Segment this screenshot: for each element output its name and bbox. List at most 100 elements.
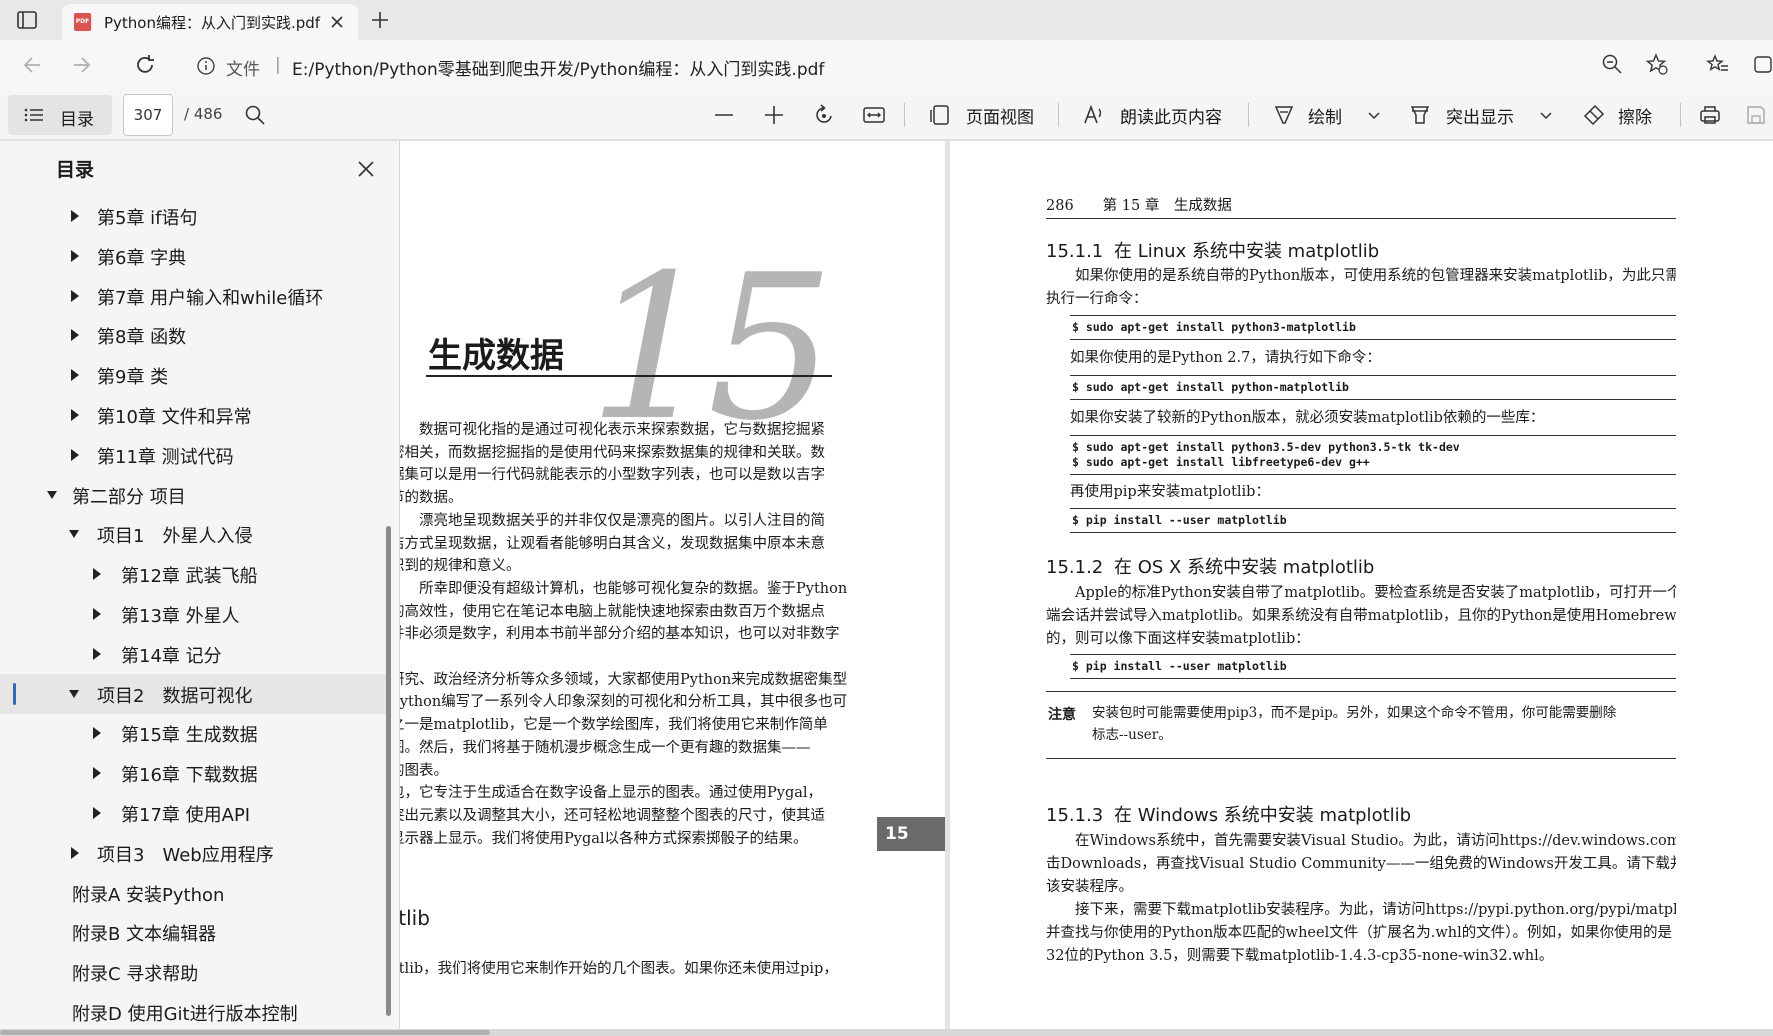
caret-right-icon[interactable] <box>68 846 80 860</box>
add-favorite-button[interactable] <box>1645 52 1669 76</box>
caret-right-icon[interactable] <box>68 448 80 462</box>
caret-right-icon[interactable] <box>90 726 102 740</box>
horizontal-scrollbar[interactable] <box>0 1029 1773 1036</box>
print-button[interactable] <box>1698 103 1722 127</box>
chevron-down-icon <box>1368 112 1380 120</box>
sidebar-scrollbar[interactable] <box>386 526 391 1016</box>
url-text[interactable]: E:/Python/Python零基础到爬虫开发/Python编程：从入门到实践… <box>292 55 824 80</box>
toc-item[interactable]: 第11章 测试代码 <box>0 435 386 475</box>
toc-item[interactable]: 第9章 类 <box>0 355 386 395</box>
page-view-icon-wrap[interactable] <box>928 103 952 127</box>
highlight-icon-wrap[interactable] <box>1408 103 1432 127</box>
pdf-page-left: 15 生成数据 数据可视化指的是通过可视化表示来探索数据，它与数据挖掘紧 密相关，… <box>400 141 945 1036</box>
zoom-button[interactable] <box>1600 52 1624 76</box>
forward-button[interactable] <box>68 52 94 78</box>
collections-button[interactable] <box>1752 52 1773 76</box>
paragraph: 的，则可以像下面这样安装matplotlib： <box>1046 631 1310 647</box>
draw-icon <box>1274 106 1294 124</box>
left-section-heading: otlib <box>400 906 430 930</box>
erase-icon-wrap[interactable] <box>1582 103 1606 127</box>
caret-right-icon[interactable] <box>68 289 80 303</box>
toc-item-label: 第14章 记分 <box>121 645 222 667</box>
toc-item[interactable]: 第6章 字典 <box>0 236 386 276</box>
toc-toggle-label: 目录 <box>60 110 94 130</box>
toc-item[interactable]: 第17章 使用API <box>0 793 386 833</box>
body-line: 并非必须是数字，利用本书前半部分介绍的基本知识，也可以对非数字 <box>400 626 840 643</box>
new-tab-button[interactable] <box>368 8 392 32</box>
toc-item[interactable]: 附录A 安装Python <box>0 873 386 913</box>
read-aloud-icon-wrap[interactable] <box>1082 103 1106 127</box>
sidebar-close-button[interactable] <box>356 159 376 179</box>
pdf-toolbar: 目录 307 / 486 页面视图 朗读此页内容 绘制 突出显示 擦除 <box>0 90 1773 140</box>
url-bar[interactable]: 文件 | E:/Python/Python零基础到爬虫开发/Python编程：从… <box>180 46 1650 84</box>
caret-down-icon[interactable] <box>46 488 58 502</box>
caret-right-icon[interactable] <box>68 249 80 263</box>
page-view-button[interactable]: 页面视图 <box>966 103 1034 128</box>
caret-right-icon[interactable] <box>90 766 102 780</box>
toc-item[interactable]: 第16章 下载数据 <box>0 753 386 793</box>
toc-item[interactable]: 第13章 外星人 <box>0 594 386 634</box>
sidebar-title: 目录 <box>56 159 95 181</box>
toc-item[interactable]: 项目2 数据可视化 <box>0 673 386 714</box>
section-number: 15.1.3 <box>1046 805 1104 826</box>
highlight-button[interactable]: 突出显示 <box>1446 103 1514 128</box>
toc-item[interactable]: 项目1 外星人入侵 <box>0 514 386 554</box>
zoom-out-button[interactable] <box>712 103 736 127</box>
caret-right-icon[interactable] <box>90 647 102 661</box>
section-title: 在 Linux 系统中安装 matplotlib <box>1114 241 1380 262</box>
page-number-input[interactable]: 307 <box>123 94 173 136</box>
caret-right-icon[interactable] <box>68 408 80 422</box>
caret-down-icon[interactable] <box>68 687 80 701</box>
toc-sidebar: 目录 第5章 if语句 第6章 字典 第7章 用户输入和while循环 第8章 函数第… <box>0 141 400 1036</box>
back-button[interactable] <box>20 52 46 78</box>
read-aloud-button[interactable]: 朗读此页内容 <box>1120 103 1222 128</box>
caret-right-icon[interactable] <box>90 567 102 581</box>
toc-item[interactable]: 附录D 使用Git进行版本控制 <box>0 992 386 1032</box>
paragraph: 如果你安装了较新的Python版本，就必须安装matplotlib依赖的一些库： <box>1070 410 1545 426</box>
tab-active[interactable]: PDF Python编程：从入门到实践.pdf <box>62 4 358 40</box>
caret-right-icon[interactable] <box>90 806 102 820</box>
url-scheme-label: 文件 <box>226 60 260 80</box>
caret-right-icon[interactable] <box>90 607 102 621</box>
collections-icon <box>1754 56 1772 73</box>
tab-actions-icon <box>17 11 37 29</box>
tab-actions-button[interactable] <box>14 8 40 32</box>
toolbar-divider <box>1058 103 1059 127</box>
toc-item[interactable]: 项目3 Web应用程序 <box>0 833 386 873</box>
body-line: 显示器上显示。我们将使用Pygal以各种方式探索掷骰子的结果。 <box>400 830 808 847</box>
caret-right-icon[interactable] <box>68 209 80 223</box>
toc-item-label: 附录A 安装Python <box>72 884 225 906</box>
toc-item[interactable]: 第12章 武装飞船 <box>0 554 386 594</box>
draw-button[interactable]: 绘制 <box>1308 103 1342 128</box>
browser-window: PDF Python编程：从入门到实践.pdf 文件 | E:/Python/P… <box>0 0 1773 1036</box>
erase-button[interactable]: 擦除 <box>1618 103 1652 128</box>
caret-down-icon[interactable] <box>68 527 80 541</box>
draw-options-button[interactable] <box>1362 103 1386 127</box>
scrollbar-thumb[interactable] <box>0 1030 490 1035</box>
toc-item[interactable]: 附录C 寻求帮助 <box>0 952 386 992</box>
find-button[interactable] <box>243 103 267 127</box>
caret-right-icon[interactable] <box>68 368 80 382</box>
refresh-icon <box>137 55 154 73</box>
favorites-button[interactable] <box>1706 52 1730 76</box>
tab-close-button[interactable] <box>328 13 346 31</box>
toc-item[interactable]: 第15章 生成数据 <box>0 713 386 753</box>
caret-right-icon[interactable] <box>68 328 80 342</box>
toc-toggle-button[interactable]: 目录 <box>8 95 112 135</box>
toc-item[interactable]: 第7章 用户输入和while循环 <box>0 276 386 316</box>
rotate-button[interactable] <box>812 103 836 127</box>
document-viewport[interactable]: 15 生成数据 数据可视化指的是通过可视化表示来探索数据，它与数据挖掘紧 密相关，… <box>400 141 1773 1036</box>
zoom-in-button[interactable] <box>762 103 786 127</box>
toc-item[interactable]: 第8章 函数 <box>0 315 386 355</box>
toc-item[interactable]: 第二部分 项目 <box>0 475 386 515</box>
toc-item[interactable]: 附录B 文本编辑器 <box>0 912 386 952</box>
refresh-button[interactable] <box>132 52 158 78</box>
toc-item-label: 第二部分 项目 <box>72 486 186 508</box>
fit-width-button[interactable] <box>862 103 886 127</box>
toc-item[interactable]: 第14章 记分 <box>0 634 386 674</box>
toc-item[interactable]: 第10章 文件和异常 <box>0 395 386 435</box>
toc-item[interactable]: 第5章 if语句 <box>0 196 386 236</box>
save-button[interactable] <box>1744 103 1768 127</box>
draw-icon-wrap[interactable] <box>1272 103 1296 127</box>
highlight-options-button[interactable] <box>1534 103 1558 127</box>
